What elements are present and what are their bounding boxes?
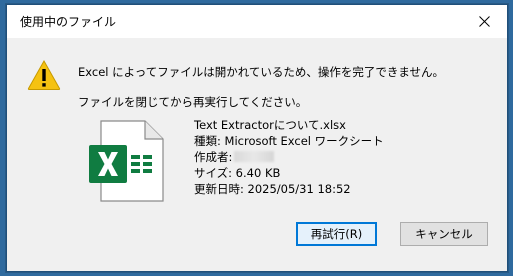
- file-type: 種類: Microsoft Excel ワークシート: [194, 134, 384, 148]
- close-button[interactable]: [461, 5, 507, 38]
- file-modified: 更新日時: 2025/05/31 18:52: [194, 182, 351, 196]
- retry-button[interactable]: 再試行(R): [296, 222, 377, 246]
- warning-icon: [27, 59, 61, 90]
- message-line-1: Excel によってファイルは開かれているため、操作を完了できません。: [78, 65, 445, 79]
- author-redacted: [234, 151, 275, 162]
- cancel-button[interactable]: キャンセル: [400, 222, 488, 246]
- dialog-window: 使用中のファイル Excel によってファイルは開かれているため、操作を完了でき…: [6, 4, 508, 272]
- window-title: 使用中のファイル: [20, 15, 117, 29]
- author-label: 作成者:: [194, 150, 233, 164]
- message-line-2: ファイルを閉じてから再実行してください。: [78, 95, 308, 109]
- file-size: サイズ: 6.40 KB: [194, 166, 281, 180]
- close-icon: [478, 16, 490, 27]
- file-author: 作成者:: [194, 149, 275, 165]
- title-bar[interactable]: 使用中のファイル: [7, 5, 507, 38]
- excel-file-icon: [89, 120, 164, 202]
- file-name: Text Extractorについて.xlsx: [194, 118, 346, 132]
